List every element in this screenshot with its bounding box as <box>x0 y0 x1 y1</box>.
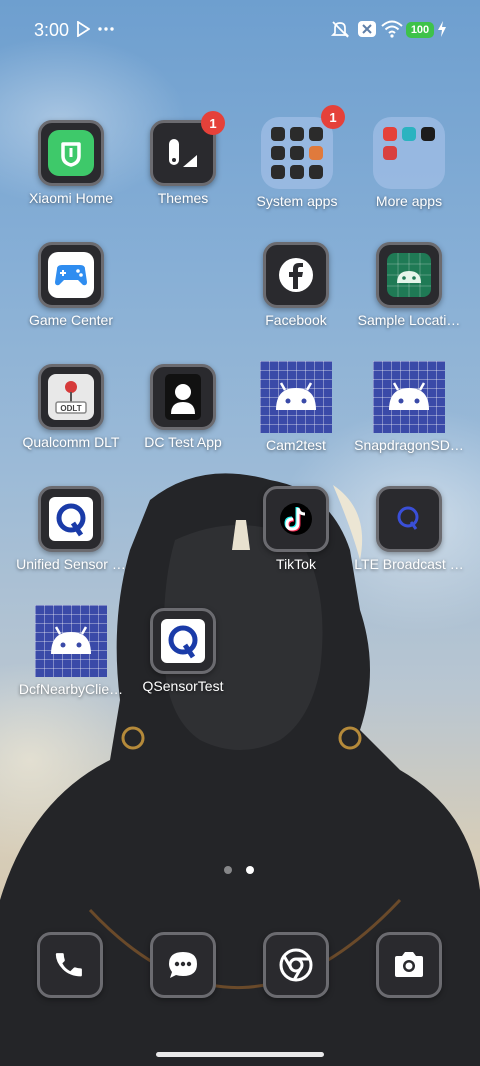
folder-mini-icon <box>271 146 285 160</box>
android-default-icon <box>373 361 445 433</box>
app-label: Themes <box>157 190 209 206</box>
android-default-icon <box>35 605 107 677</box>
app-label: SnapdragonSD… <box>354 437 464 453</box>
messages-icon <box>150 932 216 998</box>
notification-badge: 1 <box>321 105 345 129</box>
app-facebook[interactable]: Facebook <box>239 242 353 328</box>
app-lte-broadcast[interactable]: LTE Broadcast … <box>352 486 466 572</box>
app-label: Xiaomi Home <box>28 190 114 206</box>
app-label: Unified Sensor … <box>16 556 126 572</box>
app-themes[interactable]: 1 Themes <box>126 111 240 206</box>
svg-text:ODLT: ODLT <box>60 404 81 413</box>
sample-location-icon <box>376 242 442 308</box>
navigation-gesture-handle[interactable] <box>156 1052 324 1057</box>
camera-icon <box>376 932 442 998</box>
dock-camera[interactable] <box>376 932 442 998</box>
app-label: System apps <box>256 193 338 209</box>
app-label: Sample Locati… <box>357 312 461 328</box>
folder-mini-icon <box>383 127 397 141</box>
system-apps-folder-icon: 1 <box>261 105 345 189</box>
app-qsensor-test[interactable]: QSensorTest <box>126 608 240 694</box>
page-indicator[interactable] <box>224 866 254 874</box>
app-label: LTE Broadcast … <box>354 556 464 572</box>
folder-mini-icon <box>383 146 397 160</box>
folder-mini-icon <box>421 127 435 141</box>
folder-mini-icon <box>290 127 304 141</box>
phone-icon <box>37 932 103 998</box>
unified-sensor-icon <box>38 486 104 552</box>
app-qualcomm-dlt[interactable]: ODLT Qualcomm DLT <box>14 364 128 450</box>
folder-mini-icon <box>309 165 323 179</box>
app-label: DC Test App <box>144 434 222 450</box>
page-dot-active[interactable] <box>246 866 254 874</box>
app-game-center[interactable]: Game Center <box>14 242 128 328</box>
android-default-icon <box>260 361 332 433</box>
dc-test-icon <box>150 364 216 430</box>
themes-icon: 1 <box>150 111 225 186</box>
wifi-icon <box>381 18 403 40</box>
game-center-icon <box>38 242 104 308</box>
lte-broadcast-icon <box>376 486 442 552</box>
folder-system-apps[interactable]: 1 System apps <box>240 105 354 209</box>
play-store-notification-icon <box>76 18 90 40</box>
folder-mini-icon <box>309 127 323 141</box>
app-snapdragon-sd[interactable]: SnapdragonSD… <box>352 361 466 453</box>
app-label: Qualcomm DLT <box>22 434 120 450</box>
app-dcf-nearby[interactable]: DcfNearbyClie… <box>14 605 128 697</box>
qualcomm-dlt-icon: ODLT <box>38 364 104 430</box>
qsensor-test-icon <box>150 608 216 674</box>
app-label: DcfNearbyClie… <box>18 681 124 697</box>
dock-messages[interactable] <box>150 932 216 998</box>
folder-mini-icon <box>402 127 416 141</box>
app-label: Facebook <box>265 312 327 328</box>
page-dot[interactable] <box>224 866 232 874</box>
mute-icon <box>330 18 350 40</box>
charging-icon <box>437 18 447 40</box>
xiaomi-home-icon <box>38 120 104 186</box>
app-label: TikTok <box>276 556 316 572</box>
folder-mini-icon <box>309 146 323 160</box>
folder-mini-icon <box>271 165 285 179</box>
app-sample-location[interactable]: Sample Locati… <box>352 242 466 328</box>
dock-phone[interactable] <box>37 932 103 998</box>
folder-mini-icon <box>290 146 304 160</box>
app-label: More apps <box>375 193 443 209</box>
notification-badge: 1 <box>201 111 225 135</box>
app-xiaomi-home[interactable]: Xiaomi Home <box>14 120 128 206</box>
chrome-icon <box>263 932 329 998</box>
folder-more-apps[interactable]: More apps <box>352 117 466 209</box>
more-notifications-icon <box>98 18 114 40</box>
status-bar: 3:00 100 <box>0 0 480 62</box>
app-label: QSensorTest <box>142 678 224 694</box>
folder-mini-icon <box>271 127 285 141</box>
close-box-icon <box>357 18 377 40</box>
app-unified-sensor[interactable]: Unified Sensor … <box>14 486 128 572</box>
dock-chrome[interactable] <box>263 932 329 998</box>
tiktok-icon <box>263 486 329 552</box>
app-label: Cam2test <box>266 437 326 453</box>
battery-icon: 100 <box>406 22 434 38</box>
app-tiktok[interactable]: TikTok <box>239 486 353 572</box>
more-apps-folder-icon <box>373 117 445 189</box>
facebook-icon <box>263 242 329 308</box>
folder-mini-icon <box>290 165 304 179</box>
app-cam2test[interactable]: Cam2test <box>239 361 353 453</box>
app-label: Game Center <box>28 312 114 328</box>
status-time: 3:00 <box>34 20 70 40</box>
app-dc-test[interactable]: DC Test App <box>126 364 240 450</box>
